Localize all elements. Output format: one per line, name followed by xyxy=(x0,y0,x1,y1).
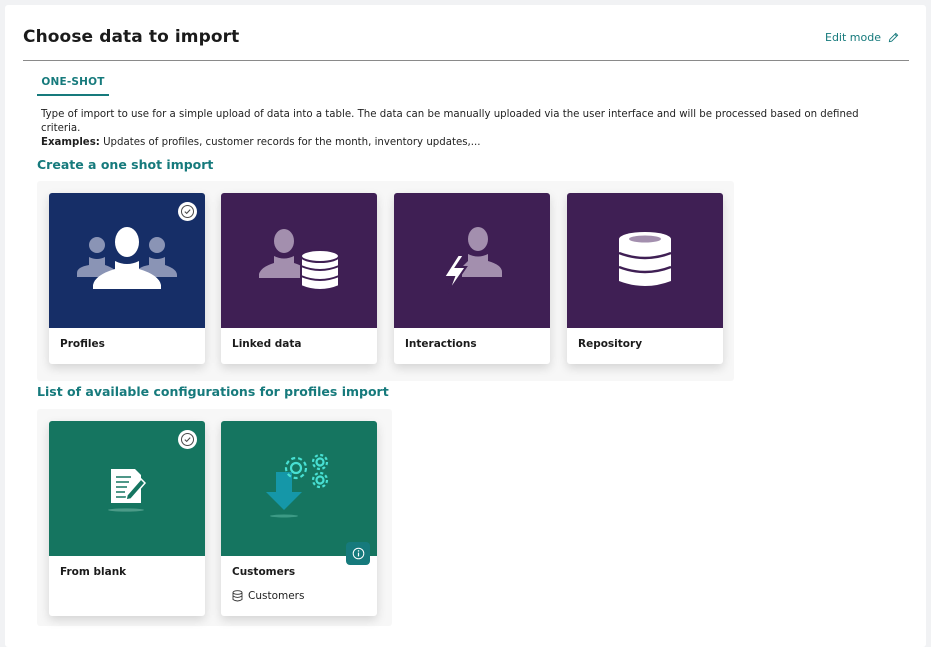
import-description: Type of import to use for a simple uploa… xyxy=(41,108,901,150)
examples-label: Examples: xyxy=(41,137,100,148)
config-section-title: List of available configurations for pro… xyxy=(37,384,389,399)
edit-mode-label: Edit mode xyxy=(825,31,881,44)
card-repository-label: Repository xyxy=(578,338,643,350)
card-interactions-image xyxy=(394,193,550,328)
page-title: Choose data to import xyxy=(23,27,240,47)
card-profiles[interactable]: Profiles xyxy=(49,193,205,364)
edit-mode-button[interactable]: Edit mode xyxy=(825,31,899,44)
card-customers-source-label: Customers xyxy=(248,590,305,602)
examples-text: Updates of profiles, customer records fo… xyxy=(99,137,481,148)
card-customers-label: Customers xyxy=(232,566,296,578)
card-linked-data-label: Linked data xyxy=(232,338,302,350)
card-interactions[interactable]: Interactions xyxy=(394,193,550,364)
repository-icon xyxy=(618,231,672,286)
card-from-blank-image xyxy=(49,421,205,556)
card-interactions-label: Interactions xyxy=(405,338,477,350)
card-repository-image xyxy=(567,193,723,328)
card-from-blank-label: From blank xyxy=(60,566,127,578)
document-edit-icon xyxy=(108,468,147,512)
page-header: Choose data to import Edit mode xyxy=(23,5,909,61)
tab-one-shot[interactable]: ONE-SHOT xyxy=(37,75,109,96)
description-text: Type of import to use for a simple uploa… xyxy=(41,109,859,134)
card-customers-source: Customers xyxy=(232,590,304,602)
card-linked-data-image xyxy=(221,193,377,328)
card-customers-image xyxy=(221,421,377,565)
card-customers[interactable]: Customers Customers xyxy=(221,421,377,616)
create-section-title: Create a one shot import xyxy=(37,157,214,172)
card-linked-data[interactable]: Linked data xyxy=(221,193,377,364)
linked-data-icon xyxy=(259,228,340,291)
card-profiles-image xyxy=(49,193,205,328)
card-repository[interactable]: Repository xyxy=(567,193,723,364)
gears-download-icon xyxy=(266,453,329,517)
interactions-icon xyxy=(442,226,502,294)
card-profiles-label: Profiles xyxy=(60,338,105,350)
pencil-icon xyxy=(888,32,899,43)
import-panel: Choose data to import Edit mode ONE-SHOT… xyxy=(5,5,926,647)
database-icon xyxy=(232,590,243,602)
info-icon[interactable] xyxy=(346,542,370,565)
selected-check-icon xyxy=(178,202,197,221)
selected-check-icon xyxy=(178,430,197,449)
card-from-blank[interactable]: From blank xyxy=(49,421,205,616)
profiles-icon xyxy=(77,226,177,289)
